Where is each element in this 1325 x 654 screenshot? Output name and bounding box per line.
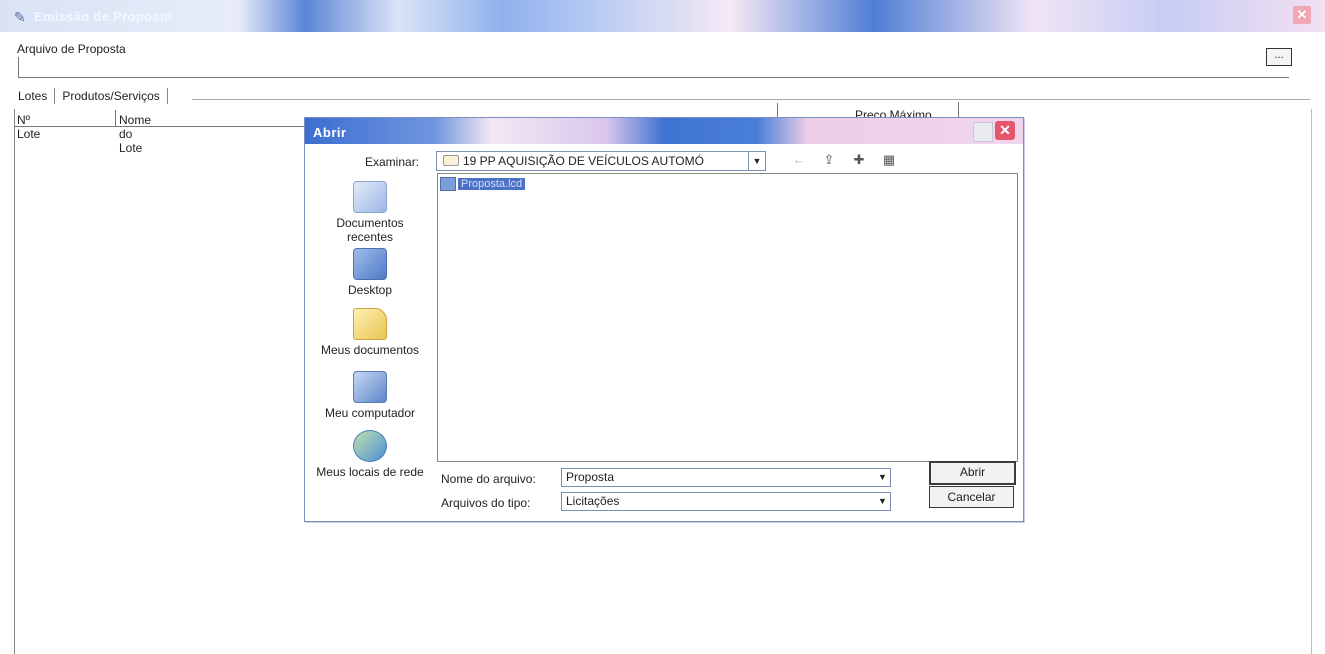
place-my-computer[interactable]: Meu computador bbox=[315, 371, 425, 420]
browse-button[interactable]: ... bbox=[1266, 48, 1292, 66]
chevron-down-icon[interactable]: ▼ bbox=[875, 469, 890, 486]
look-in-dropdown[interactable]: 19 PP AQUISIÇÃO DE VEÍCULOS AUTOMÓ ▼ bbox=[436, 151, 766, 171]
document-icon bbox=[440, 177, 456, 191]
view-menu-icon[interactable]: ▦ bbox=[880, 152, 898, 168]
chevron-down-icon[interactable]: ▼ bbox=[748, 152, 765, 170]
place-label: Meus documentos bbox=[320, 343, 420, 357]
column-header-nome-lote[interactable]: Nome do Lote bbox=[119, 113, 151, 155]
tab-divider bbox=[54, 88, 56, 104]
grid-header-line bbox=[14, 126, 310, 127]
place-recent-documents[interactable]: Documentos recentes bbox=[315, 181, 425, 244]
back-icon[interactable]: ← bbox=[790, 152, 808, 168]
open-file-dialog: Abrir ✕ Examinar: 19 PP AQUISIÇÃO DE VEÍ… bbox=[304, 117, 1024, 522]
file-name-value: Proposta bbox=[566, 470, 615, 484]
tab-lotes[interactable]: Lotes bbox=[14, 88, 51, 106]
tab-produtos-servicos[interactable]: Produtos/Serviços bbox=[58, 88, 163, 106]
place-label: Desktop bbox=[347, 283, 393, 297]
file-path-input[interactable] bbox=[18, 57, 1289, 78]
file-name-label: Nome do arquivo: bbox=[441, 472, 536, 486]
examinar-label: Examinar: bbox=[365, 155, 420, 169]
dialog-title: Abrir bbox=[313, 125, 347, 140]
desktop-icon bbox=[353, 248, 387, 280]
place-desktop[interactable]: Desktop bbox=[315, 248, 425, 297]
dialog-toolbar: ← ⇪ ✚ ▦ bbox=[790, 152, 898, 168]
help-button[interactable] bbox=[973, 122, 993, 142]
folder-icon bbox=[443, 155, 459, 166]
printer-icon: ✎ bbox=[14, 9, 26, 25]
file-type-select[interactable]: Licitações ▼ bbox=[561, 492, 891, 511]
dialog-close-button[interactable]: ✕ bbox=[995, 121, 1015, 140]
main-titlebar: ✎ Emissão de Proposta ✕ bbox=[0, 0, 1325, 32]
open-button[interactable]: Abrir bbox=[929, 461, 1016, 485]
column-divider[interactable] bbox=[115, 110, 116, 126]
column-divider[interactable] bbox=[958, 102, 959, 118]
place-network[interactable]: Meus locais de rede bbox=[315, 430, 425, 479]
my-documents-icon bbox=[353, 308, 387, 340]
tab-bar: Lotes Produtos/Serviços bbox=[14, 88, 171, 106]
file-name-input[interactable]: Proposta ▼ bbox=[561, 468, 891, 487]
file-type-value: Licitações bbox=[566, 494, 620, 508]
my-computer-icon bbox=[353, 371, 387, 403]
place-label: Meus locais de rede bbox=[316, 465, 424, 479]
look-in-value: 19 PP AQUISIÇÃO DE VEÍCULOS AUTOMÓ bbox=[463, 154, 704, 168]
up-folder-icon[interactable]: ⇪ bbox=[820, 152, 838, 168]
file-label: Arquivo de Proposta bbox=[17, 42, 126, 56]
tab-divider bbox=[166, 88, 168, 104]
cancel-button[interactable]: Cancelar bbox=[929, 486, 1014, 508]
chevron-down-icon[interactable]: ▼ bbox=[875, 493, 890, 510]
dialog-titlebar: Abrir ✕ bbox=[305, 118, 1023, 144]
file-name: Proposta.lcd bbox=[458, 178, 526, 190]
recent-documents-icon bbox=[353, 181, 387, 213]
file-type-label: Arquivos do tipo: bbox=[441, 496, 531, 510]
window-close-button[interactable]: ✕ bbox=[1293, 6, 1311, 24]
window-title: Emissão de Proposta bbox=[34, 9, 172, 24]
network-places-icon bbox=[353, 430, 387, 462]
column-header-n-lote[interactable]: Nº Lote bbox=[17, 113, 40, 141]
new-folder-icon[interactable]: ✚ bbox=[850, 152, 868, 168]
file-list[interactable]: Proposta.lcd bbox=[437, 173, 1018, 462]
file-item-selected[interactable]: Proposta.lcd bbox=[440, 177, 526, 191]
tab-underline bbox=[192, 99, 1310, 100]
place-label: Documentos recentes bbox=[336, 216, 404, 244]
place-label: Meu computador bbox=[324, 406, 416, 420]
place-my-documents[interactable]: Meus documentos bbox=[315, 308, 425, 357]
